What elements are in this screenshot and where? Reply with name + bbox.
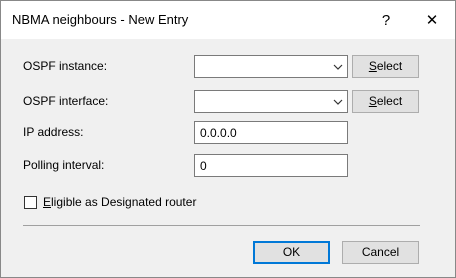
help-icon: ?	[381, 11, 391, 29]
select-label-rest: elect	[376, 94, 403, 108]
eligible-label-rest: ligible as Designated router	[51, 195, 197, 209]
ip-address-field[interactable]: 0.0.0.0	[194, 121, 348, 144]
eligible-mnemonic: E	[43, 195, 52, 209]
ospf-instance-dropdown[interactable]	[194, 55, 348, 78]
chevron-down-icon	[329, 56, 347, 77]
chevron-down-icon	[329, 91, 347, 112]
ospf-instance-label: OSPF instance:	[23, 59, 108, 73]
title-bar[interactable]: NBMA neighbours - New Entry ? ✕	[1, 1, 455, 39]
ok-button[interactable]: OK	[253, 241, 330, 264]
cancel-button[interactable]: Cancel	[342, 241, 419, 264]
divider	[23, 225, 420, 226]
dialog-window: NBMA neighbours - New Entry ? ✕ OSPF ins…	[0, 0, 456, 278]
ospf-interface-dropdown[interactable]	[194, 90, 348, 113]
eligible-dr-label[interactable]: Eligible as Designated router	[43, 192, 196, 212]
select-label-rest: elect	[376, 59, 403, 73]
close-button[interactable]: ✕	[409, 1, 455, 39]
ospf-interface-label: OSPF interface:	[23, 94, 109, 108]
close-icon: ✕	[425, 12, 439, 29]
eligible-dr-checkbox[interactable]	[24, 196, 37, 209]
help-button[interactable]: ?	[363, 1, 409, 39]
ospf-instance-select-button[interactable]: Select	[352, 55, 419, 78]
select-mnemonic: S	[368, 94, 377, 108]
polling-interval-field[interactable]: 0	[194, 154, 348, 177]
select-mnemonic: S	[368, 59, 377, 73]
window-title: NBMA neighbours - New Entry	[12, 12, 189, 27]
ospf-interface-select-button[interactable]: Select	[352, 90, 419, 113]
polling-interval-value: 0	[200, 159, 207, 173]
polling-interval-label: Polling interval:	[23, 158, 105, 172]
ip-address-label: IP address:	[23, 125, 84, 139]
ip-address-value: 0.0.0.0	[200, 126, 237, 140]
